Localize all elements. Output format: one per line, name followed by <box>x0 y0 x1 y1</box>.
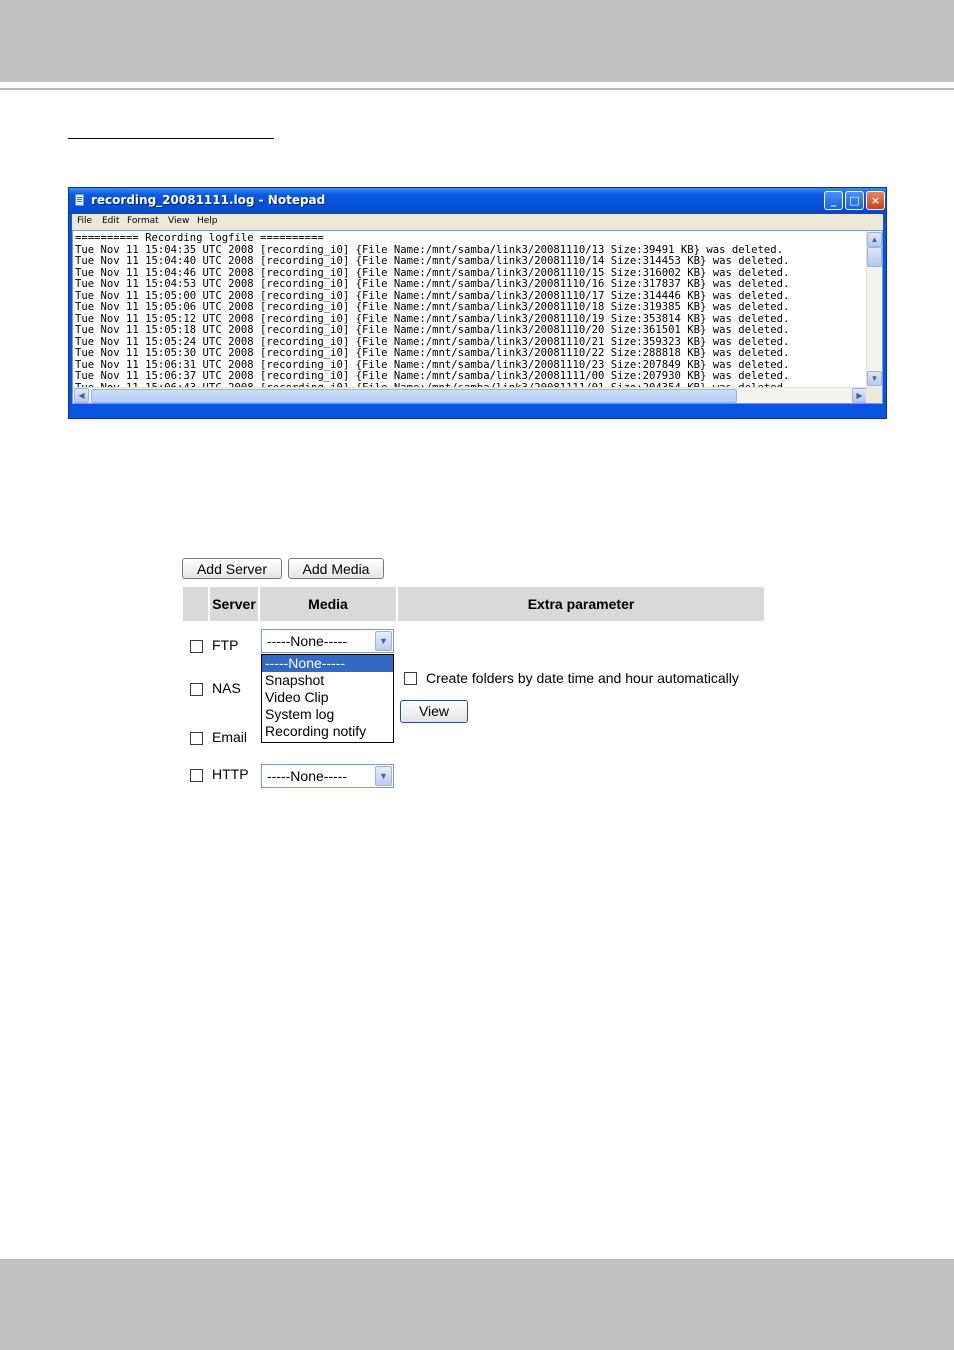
notepad-title: recording_20081111.log - Notepad <box>91 193 326 207</box>
notepad-menubar: File Edit Format View Help <box>72 214 883 230</box>
create-folders-label: Create folders by date time and hour aut… <box>426 670 739 686</box>
notepad-window: recording_20081111.log - Notepad _ □ × F… <box>68 187 887 419</box>
header-extra-parameter: Extra parameter <box>398 587 764 621</box>
resize-grip[interactable] <box>866 387 882 403</box>
scroll-up-button[interactable]: ▲ <box>867 232 882 247</box>
page-header-band <box>0 0 954 82</box>
server-label-ftp: FTP <box>212 637 239 653</box>
close-button[interactable]: × <box>866 191 885 210</box>
maximize-button[interactable]: □ <box>845 191 864 210</box>
nas-checkbox[interactable] <box>190 683 203 696</box>
http-media-value: -----None----- <box>267 768 348 784</box>
ftp-checkbox[interactable] <box>190 640 203 653</box>
add-server-button[interactable]: Add Server <box>182 558 282 579</box>
section-heading-underline <box>68 138 274 139</box>
media-option-snapshot[interactable]: Snapshot <box>262 672 393 689</box>
media-option-system-log[interactable]: System log <box>262 706 393 723</box>
vertical-scrollbar[interactable]: ▲ ▼ <box>866 231 882 387</box>
server-label-http: HTTP <box>212 766 249 782</box>
media-option-none[interactable]: -----None----- <box>262 655 393 672</box>
header-checkbox-column <box>183 587 208 621</box>
notepad-text-area[interactable]: ========== Recording logfile ========== … <box>72 230 883 404</box>
menu-view[interactable]: View <box>168 216 189 226</box>
media-option-video-clip[interactable]: Video Clip <box>262 689 393 706</box>
view-button[interactable]: View <box>400 700 468 723</box>
chevron-down-icon[interactable]: ▼ <box>375 766 392 786</box>
scroll-right-button[interactable]: ▶ <box>852 388 867 403</box>
header-server: Server <box>210 587 258 621</box>
header-rule <box>0 88 954 90</box>
http-media-select[interactable]: -----None----- ▼ <box>261 764 394 788</box>
ftp-media-select[interactable]: -----None----- ▼ <box>261 629 394 653</box>
notepad-titlebar[interactable]: recording_20081111.log - Notepad _ □ × <box>69 188 886 214</box>
chevron-down-icon[interactable]: ▼ <box>375 631 392 651</box>
server-label-nas: NAS <box>212 680 241 696</box>
minimize-button[interactable]: _ <box>824 191 843 210</box>
page-footer-band <box>0 1259 954 1350</box>
menu-help[interactable]: Help <box>197 216 218 226</box>
email-checkbox[interactable] <box>190 732 203 745</box>
add-media-button[interactable]: Add Media <box>288 558 384 579</box>
http-checkbox[interactable] <box>190 769 203 782</box>
header-media: Media <box>260 587 396 621</box>
media-dropdown-list: -----None----- Snapshot Video Clip Syste… <box>261 654 394 743</box>
horizontal-scroll-thumb[interactable] <box>91 389 737 403</box>
menu-file[interactable]: File <box>77 216 92 226</box>
create-folders-checkbox[interactable] <box>404 672 417 685</box>
media-option-recording-notify[interactable]: Recording notify <box>262 723 393 740</box>
notepad-document-icon <box>75 194 84 206</box>
scroll-left-button[interactable]: ◀ <box>74 388 89 403</box>
menu-format[interactable]: Format <box>127 216 159 226</box>
scroll-down-button[interactable]: ▼ <box>867 371 882 386</box>
menu-edit[interactable]: Edit <box>102 216 119 226</box>
server-label-email: Email <box>212 729 248 745</box>
horizontal-scrollbar[interactable]: ◀ ▶ <box>73 387 868 403</box>
vertical-scroll-thumb[interactable] <box>867 247 882 267</box>
log-content: ========== Recording logfile ========== … <box>75 232 790 393</box>
ftp-media-value: -----None----- <box>267 633 348 649</box>
